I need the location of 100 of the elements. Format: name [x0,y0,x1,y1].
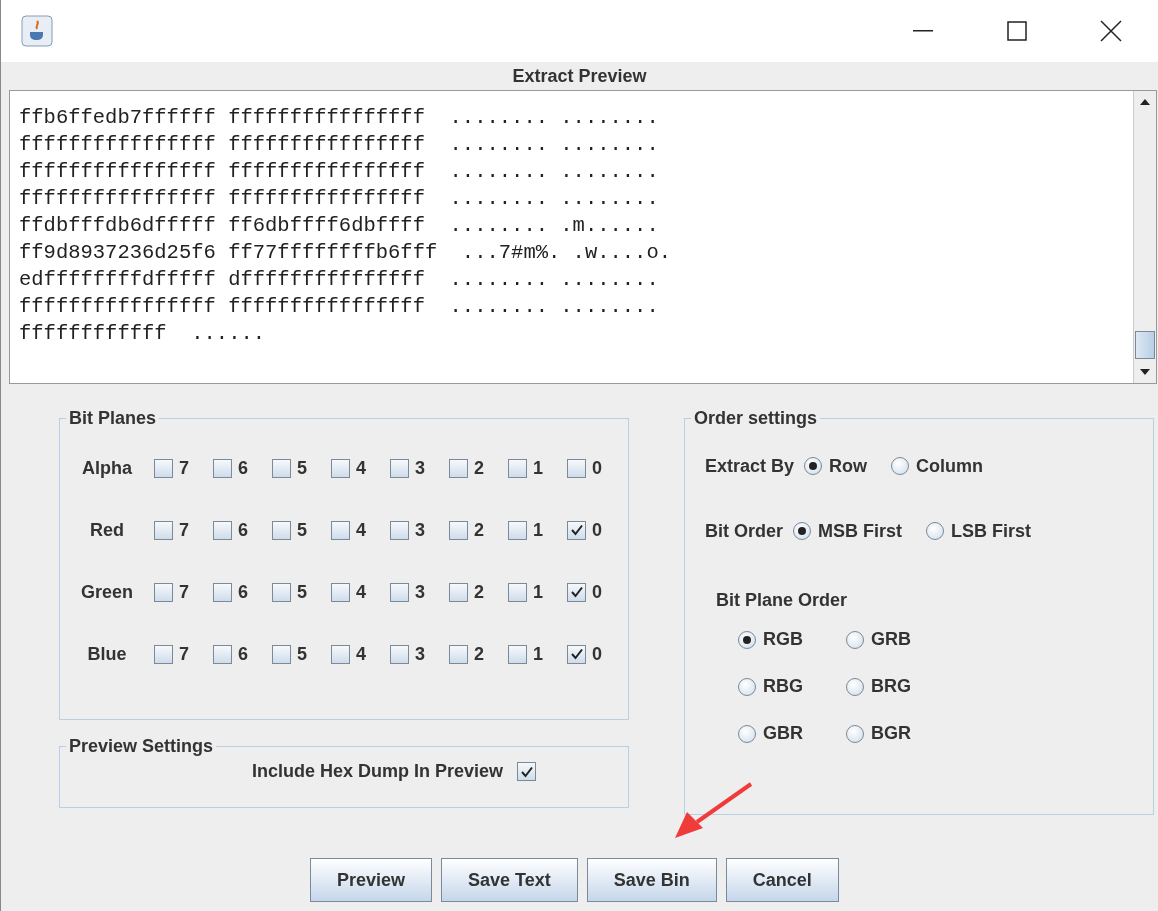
radio-label[interactable]: BRG [871,676,911,697]
bit-label[interactable]: 7 [179,519,189,541]
checkbox[interactable] [331,644,350,664]
checkbox[interactable] [508,458,527,478]
scrollbar[interactable] [1133,91,1156,383]
bit-label[interactable]: 0 [592,457,602,479]
radio-label[interactable]: GBR [763,723,803,744]
bit-label[interactable]: 6 [238,457,248,479]
bit-label[interactable]: 1 [533,457,543,479]
checkbox[interactable] [508,644,527,664]
bit-label[interactable]: 1 [533,581,543,603]
bit-label[interactable]: 0 [592,519,602,541]
radio-label[interactable]: MSB First [818,520,903,542]
dialog-button[interactable]: Save Text [441,858,578,902]
checkbox[interactable] [272,582,291,602]
check-icon [570,586,583,598]
scroll-down-icon[interactable] [1140,369,1150,375]
checkbox[interactable] [213,458,232,478]
bit-label[interactable]: 6 [238,581,248,603]
bit-label[interactable]: 2 [474,643,484,665]
bit-label[interactable]: 1 [533,519,543,541]
bit-label[interactable]: 1 [533,643,543,665]
checkbox[interactable] [331,458,350,478]
checkbox[interactable] [213,582,232,602]
checkbox[interactable] [567,582,586,602]
bit-label[interactable]: 5 [297,581,307,603]
checkbox[interactable] [449,644,468,664]
radio-button[interactable] [804,457,823,475]
checkbox[interactable] [517,762,537,781]
checkbox[interactable] [449,582,468,602]
channel-label: Alpha [81,457,133,479]
bit-label[interactable]: 3 [415,457,425,479]
checkbox[interactable] [390,458,409,478]
scroll-up-icon[interactable] [1140,99,1150,105]
checkbox[interactable] [567,458,586,478]
bit-label[interactable]: 7 [179,581,189,603]
bit-label[interactable]: 2 [474,457,484,479]
bit-label[interactable]: 0 [592,643,602,665]
radio-label[interactable]: Column [916,455,984,477]
dialog-button[interactable]: Save Bin [586,858,717,902]
dialog-button[interactable]: Cancel [725,858,839,902]
radio-label[interactable]: BGR [871,723,911,744]
radio-button[interactable] [846,677,864,696]
bit-label[interactable]: 5 [297,643,307,665]
checkbox[interactable] [508,520,527,540]
bit-label[interactable]: 7 [179,457,189,479]
scroll-thumb[interactable] [1135,331,1155,359]
radio-button[interactable] [738,724,756,743]
dialog-button[interactable]: Preview [310,858,433,902]
checkbox[interactable] [213,644,232,664]
checkbox[interactable] [390,582,409,602]
checkbox[interactable] [508,582,527,602]
checkbox-label[interactable]: Include Hex Dump In Preview [251,761,504,782]
bit-label[interactable]: 2 [474,581,484,603]
checkbox[interactable] [331,520,350,540]
checkbox[interactable] [154,520,173,540]
preview-text-area[interactable] [9,90,1157,384]
radio-button[interactable] [926,522,945,540]
radio-button[interactable] [793,522,811,540]
radio-button[interactable] [891,457,910,475]
check-icon [520,765,533,778]
bit-label[interactable]: 2 [474,519,484,541]
checkbox[interactable] [567,644,586,664]
radio-label[interactable]: RBG [763,676,803,697]
bit-label[interactable]: 4 [356,519,366,541]
bit-label[interactable]: 5 [297,519,307,541]
checkbox[interactable] [213,520,232,540]
checkbox[interactable] [390,520,409,540]
radio-label[interactable]: GRB [871,629,911,650]
checkbox[interactable] [449,458,468,478]
radio-button[interactable] [738,677,756,696]
radio-label[interactable]: RGB [763,629,803,650]
group-title: Order settings [693,408,819,429]
radio-button[interactable] [738,630,756,649]
checkbox[interactable] [567,520,586,540]
bit-label[interactable]: 4 [356,643,366,665]
radio-button[interactable] [846,630,864,649]
radio-label[interactable]: LSB First [951,520,1032,542]
checkbox[interactable] [272,458,291,478]
checkbox[interactable] [272,644,291,664]
checkbox[interactable] [154,644,173,664]
bit-label[interactable]: 6 [238,519,248,541]
bit-label[interactable]: 6 [238,643,248,665]
checkbox[interactable] [272,520,291,540]
bit-label[interactable]: 0 [592,581,602,603]
field-label: Bit Order [705,520,783,542]
checkbox[interactable] [390,644,409,664]
bit-label[interactable]: 5 [297,457,307,479]
checkbox[interactable] [154,582,173,602]
bit-label[interactable]: 4 [356,581,366,603]
radio-button[interactable] [846,724,864,743]
bit-label[interactable]: 7 [179,643,189,665]
bit-label[interactable]: 3 [415,581,425,603]
checkbox[interactable] [449,520,468,540]
bit-label[interactable]: 3 [415,643,425,665]
bit-label[interactable]: 4 [356,457,366,479]
bit-label[interactable]: 3 [415,519,425,541]
checkbox[interactable] [154,458,173,478]
checkbox[interactable] [331,582,350,602]
radio-label[interactable]: Row [829,455,868,477]
